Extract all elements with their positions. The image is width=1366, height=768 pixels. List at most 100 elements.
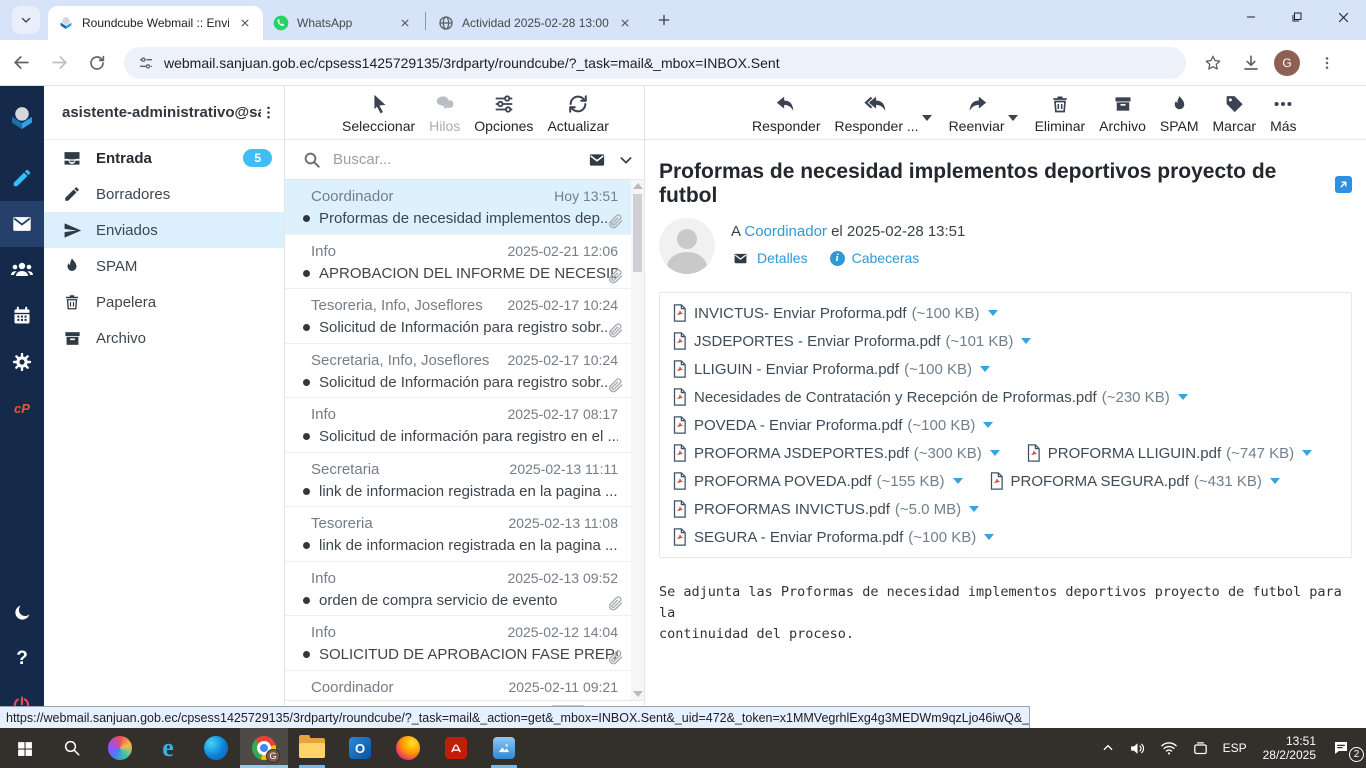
account-menu-icon[interactable] (261, 105, 276, 120)
tab-close-icon[interactable] (397, 15, 413, 31)
copilot-button[interactable] (96, 728, 144, 768)
tab-close-icon[interactable] (237, 15, 253, 31)
folder-papelera[interactable]: Papelera (44, 284, 284, 320)
mail-nav-button[interactable] (0, 201, 44, 247)
attachment-menu-icon[interactable] (1021, 338, 1031, 344)
more-button[interactable]: Más (1270, 93, 1296, 134)
folder-archivo[interactable]: Archivo (44, 320, 284, 356)
url-bar[interactable]: webmail.sanjuan.gob.ec/cpsess1425729135/… (124, 47, 1186, 79)
attachment-item[interactable]: PROFORMAS INVICTUS.pdf(~5.0 MB) (672, 495, 979, 523)
firefox-button[interactable] (384, 728, 432, 768)
attachment-item[interactable]: POVEDA - Enviar Proforma.pdf(~100 KB) (672, 411, 993, 439)
tray-chevron-icon[interactable] (1094, 728, 1122, 768)
attachment-menu-icon[interactable] (953, 478, 963, 484)
notification-center-button[interactable]: 2 (1325, 728, 1366, 768)
scrollbar-thumb[interactable] (633, 194, 642, 272)
folder-enviados[interactable]: Enviados (44, 212, 284, 248)
settings-nav-button[interactable] (0, 339, 44, 385)
attachment-menu-icon[interactable] (984, 534, 994, 540)
display-connect-icon[interactable] (1185, 728, 1216, 768)
attachment-item[interactable]: SEGURA - Enviar Proforma.pdf(~100 KB) (672, 523, 994, 551)
message-row[interactable]: Coordinador2025-02-11 09:21 (285, 671, 644, 701)
calendar-nav-button[interactable] (0, 293, 44, 339)
edge-button[interactable] (192, 728, 240, 768)
attachment-menu-icon[interactable] (1178, 394, 1188, 400)
attachment-item[interactable]: PROFORMA JSDEPORTES.pdf(~300 KB) (672, 439, 1000, 467)
site-settings-icon[interactable] (138, 55, 154, 71)
open-in-new-window-icon[interactable] (1335, 176, 1352, 193)
attachment-menu-icon[interactable] (983, 422, 993, 428)
reply-all-caret-icon[interactable] (922, 115, 932, 121)
start-button[interactable] (0, 728, 48, 768)
photos-button[interactable] (480, 728, 528, 768)
tab-search-button[interactable] (12, 6, 40, 34)
attachment-menu-icon[interactable] (990, 450, 1000, 456)
tab-whatsapp[interactable]: WhatsApp (263, 6, 423, 40)
attachment-item[interactable]: PROFORMA LLIGUIN.pdf(~747 KB) (1026, 439, 1312, 467)
refresh-button[interactable]: Actualizar (547, 93, 608, 134)
attachment-menu-icon[interactable] (1270, 478, 1280, 484)
options-button[interactable]: Opciones (474, 93, 533, 134)
browser-menu-icon[interactable] (1310, 46, 1344, 80)
details-toggle[interactable]: Detalles (731, 250, 808, 266)
forward-button[interactable] (42, 46, 76, 80)
message-row[interactable]: Info2025-02-12 14:04 SOLICITUD DE APROBA… (285, 616, 644, 671)
attachment-menu-icon[interactable] (988, 310, 998, 316)
threads-button[interactable]: Hilos (429, 93, 460, 134)
headers-toggle[interactable]: i Cabeceras (830, 250, 920, 266)
back-button[interactable] (4, 46, 38, 80)
attachment-item[interactable]: INVICTUS- Enviar Proforma.pdf(~100 KB) (672, 299, 998, 327)
dark-mode-button[interactable] (0, 590, 44, 636)
volume-icon[interactable] (1122, 728, 1153, 768)
language-indicator[interactable]: ESP (1216, 728, 1254, 768)
folder-spam[interactable]: SPAM (44, 248, 284, 284)
archive-button[interactable]: Archivo (1099, 93, 1146, 134)
attachment-item[interactable]: PROFORMA POVEDA.pdf(~155 KB) (672, 467, 963, 495)
file-explorer-button[interactable] (288, 728, 336, 768)
reply-all-button[interactable]: Responder ... (835, 93, 919, 134)
spam-button[interactable]: SPAM (1160, 93, 1199, 134)
search-input[interactable] (333, 151, 586, 168)
message-row[interactable]: Info2025-02-13 09:52 orden de compra ser… (285, 562, 644, 617)
reply-button[interactable]: Responder (752, 93, 821, 134)
attachment-menu-icon[interactable] (1302, 450, 1312, 456)
outlook-button[interactable]: O (336, 728, 384, 768)
help-button[interactable]: ? (0, 636, 44, 682)
select-button[interactable]: Seleccionar (342, 93, 415, 134)
forward-button[interactable]: Reenviar (949, 93, 1005, 134)
scroll-up-icon[interactable] (633, 183, 643, 189)
internet-explorer-button[interactable]: e (144, 728, 192, 768)
message-row[interactable]: CoordinadorHoy 13:51 Proformas de necesi… (285, 180, 644, 235)
chrome-button[interactable]: G (240, 728, 288, 768)
message-row[interactable]: Tesoreria2025-02-13 11:08 link de inform… (285, 507, 644, 562)
restore-button[interactable] (1274, 0, 1320, 34)
attachment-item[interactable]: JSDEPORTES - Enviar Proforma.pdf(~101 KB… (672, 327, 1031, 355)
tab-roundcube[interactable]: Roundcube Webmail :: Enviados (48, 6, 263, 40)
attachment-item[interactable]: LLIGUIN - Enviar Proforma.pdf(~100 KB) (672, 355, 990, 383)
list-scrollbar[interactable] (631, 180, 644, 700)
taskbar-search-button[interactable] (48, 728, 96, 768)
minimize-button[interactable] (1228, 0, 1274, 34)
attachment-item[interactable]: PROFORMA SEGURA.pdf(~431 KB) (989, 467, 1280, 495)
clock[interactable]: 13:51 28/2/2025 (1254, 734, 1325, 762)
contacts-nav-button[interactable] (0, 247, 44, 293)
message-row[interactable]: Secretaria2025-02-13 11:11 link de infor… (285, 453, 644, 508)
downloads-icon[interactable] (1234, 46, 1268, 80)
delete-button[interactable]: Eliminar (1035, 93, 1086, 134)
search-scope-mail-icon[interactable] (586, 151, 608, 169)
message-row[interactable]: Info2025-02-17 08:17 Solicitud de inform… (285, 398, 644, 453)
close-window-button[interactable] (1320, 0, 1366, 34)
message-row[interactable]: Info2025-02-21 12:06 APROBACION DEL INFO… (285, 235, 644, 290)
recipient-link[interactable]: Coordinador (744, 223, 827, 240)
compose-button[interactable] (0, 155, 44, 201)
attachment-item[interactable]: Necesidades de Contratación y Recepción … (672, 383, 1188, 411)
attachment-menu-icon[interactable] (980, 366, 990, 372)
profile-avatar[interactable]: G (1274, 50, 1300, 76)
forward-caret-icon[interactable] (1008, 115, 1018, 121)
mark-button[interactable]: Marcar (1213, 93, 1257, 134)
folder-entrada[interactable]: Entrada 5 (44, 140, 284, 176)
message-row[interactable]: Secretaria, Info, Joseflores2025-02-17 1… (285, 344, 644, 399)
message-row[interactable]: Tesoreria, Info, Joseflores2025-02-17 10… (285, 289, 644, 344)
scroll-down-icon[interactable] (633, 691, 643, 697)
search-options-chevron-icon[interactable] (618, 152, 634, 168)
